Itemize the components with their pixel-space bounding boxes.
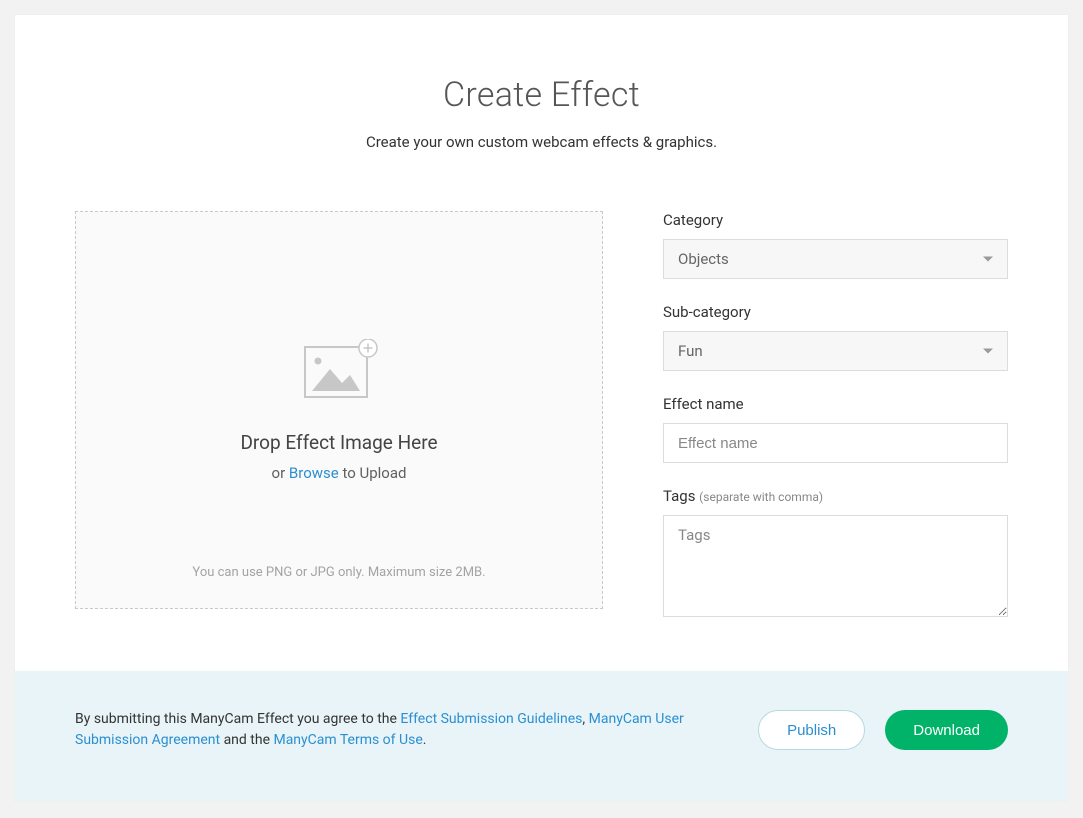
agree-prefix: By submitting this ManyCam Effect you ag…	[75, 711, 400, 727]
footer-actions: Publish Download	[758, 710, 1008, 750]
browse-link[interactable]: Browse	[289, 464, 339, 482]
page-title: Create Effect	[75, 75, 1008, 115]
form-column: Category Objects Sub-category Fun Effect…	[663, 211, 1008, 621]
subcategory-select[interactable]: Fun	[663, 331, 1008, 371]
and-the: and the	[220, 732, 273, 748]
terms-link[interactable]: ManyCam Terms of Use	[273, 732, 422, 748]
page-subtitle: Create your own custom webcam effects & …	[75, 133, 1008, 151]
tags-input[interactable]	[663, 515, 1008, 617]
category-label: Category	[663, 211, 1008, 229]
upload-dropzone[interactable]: Drop Effect Image Here or Browse to Uplo…	[75, 211, 603, 609]
agreement-text: By submitting this ManyCam Effect you ag…	[75, 709, 728, 751]
tags-label-text: Tags	[663, 487, 699, 505]
publish-button[interactable]: Publish	[758, 710, 865, 750]
file-hint: You can use PNG or JPG only. Maximum siz…	[76, 565, 602, 580]
drop-text: Drop Effect Image Here	[240, 431, 437, 454]
download-button[interactable]: Download	[885, 710, 1008, 750]
period: .	[423, 732, 427, 748]
tags-label: Tags (separate with comma)	[663, 487, 1008, 505]
effect-name-label: Effect name	[663, 395, 1008, 413]
guidelines-link[interactable]: Effect Submission Guidelines	[400, 711, 582, 727]
effect-name-input[interactable]	[663, 423, 1008, 463]
create-effect-panel: Create Effect Create your own custom web…	[15, 15, 1068, 801]
subcategory-label: Sub-category	[663, 303, 1008, 321]
tags-hint: (separate with comma)	[699, 490, 823, 504]
footer-bar: By submitting this ManyCam Effect you ag…	[15, 671, 1068, 801]
main-area: Create Effect Create your own custom web…	[15, 15, 1068, 671]
browse-line: or Browse to Upload	[272, 464, 407, 482]
caret-down-icon	[983, 349, 993, 354]
to-upload-text: to Upload	[339, 464, 407, 482]
category-select[interactable]: Objects	[663, 239, 1008, 279]
caret-down-icon	[983, 257, 993, 262]
category-value: Objects	[678, 250, 729, 268]
or-text: or	[272, 464, 289, 482]
subcategory-value: Fun	[678, 342, 703, 360]
image-upload-icon	[300, 339, 378, 403]
